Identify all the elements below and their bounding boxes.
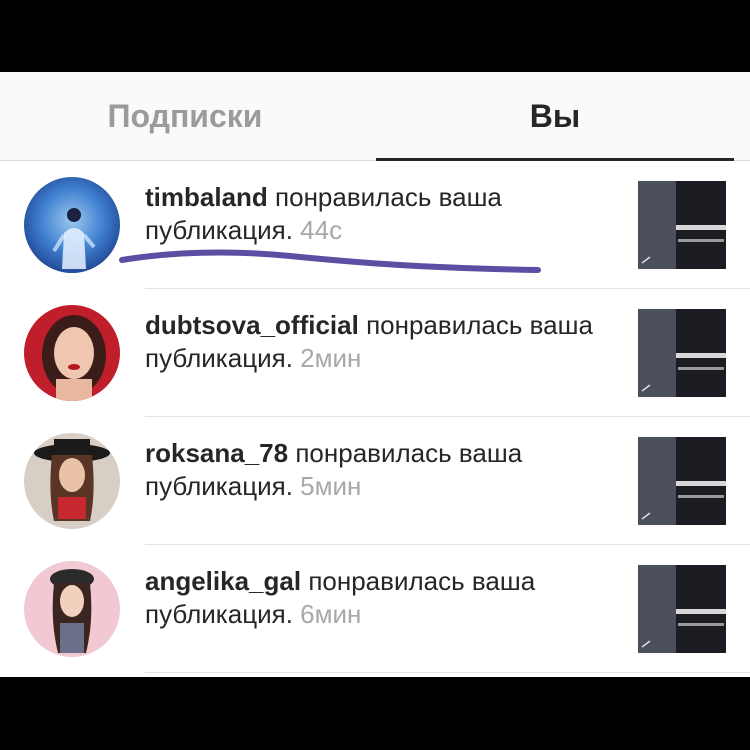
- user-avatar[interactable]: [24, 177, 120, 273]
- notification-time: 44с: [300, 215, 343, 245]
- user-avatar-photo-pink-icon: [24, 561, 120, 657]
- post-thumbnail-icon: [638, 181, 726, 269]
- notification-row[interactable]: roksana_78 понравилась ваша публикация. …: [0, 417, 750, 545]
- notification-username[interactable]: dubtsova_official: [145, 310, 359, 340]
- row-divider: [145, 672, 750, 673]
- notification-time: 6мин: [300, 599, 362, 629]
- post-thumbnail[interactable]: [638, 565, 726, 653]
- notification-row[interactable]: dubtsova_official понравилась ваша публи…: [0, 289, 750, 417]
- user-avatar-photo-blue-icon: [24, 177, 120, 273]
- activity-screen: Подписки Вы timbaland понравилась ваша п…: [0, 72, 750, 677]
- notification-row[interactable]: angelika_gal понравилась ваша публикация…: [0, 545, 750, 673]
- user-avatar[interactable]: [24, 305, 120, 401]
- user-avatar[interactable]: [24, 433, 120, 529]
- notification-text: angelika_gal понравилась ваша публикация…: [145, 565, 610, 631]
- notification-username[interactable]: timbaland: [145, 182, 268, 212]
- activity-tabs: Подписки Вы: [0, 72, 750, 161]
- notification-text: dubtsova_official понравилась ваша публи…: [145, 309, 610, 375]
- notification-text: timbaland понравилась ваша публикация. 4…: [145, 181, 610, 247]
- post-thumbnail[interactable]: [638, 437, 726, 525]
- post-thumbnail[interactable]: [638, 181, 726, 269]
- notification-time: 5мин: [300, 471, 362, 501]
- notification-text: roksana_78 понравилась ваша публикация. …: [145, 437, 610, 503]
- user-avatar-photo-red-icon: [24, 305, 120, 401]
- tab-following[interactable]: Подписки: [0, 72, 370, 160]
- post-thumbnail-icon: [638, 437, 726, 525]
- user-avatar-photo-hat-icon: [24, 433, 120, 529]
- post-thumbnail-icon: [638, 309, 726, 397]
- notification-time: 2мин: [300, 343, 362, 373]
- notification-username[interactable]: angelika_gal: [145, 566, 301, 596]
- user-avatar[interactable]: [24, 561, 120, 657]
- tab-you[interactable]: Вы: [376, 72, 734, 160]
- notification-username[interactable]: roksana_78: [145, 438, 288, 468]
- post-thumbnail[interactable]: [638, 309, 726, 397]
- post-thumbnail-icon: [638, 565, 726, 653]
- notification-row[interactable]: timbaland понравилась ваша публикация. 4…: [0, 161, 750, 289]
